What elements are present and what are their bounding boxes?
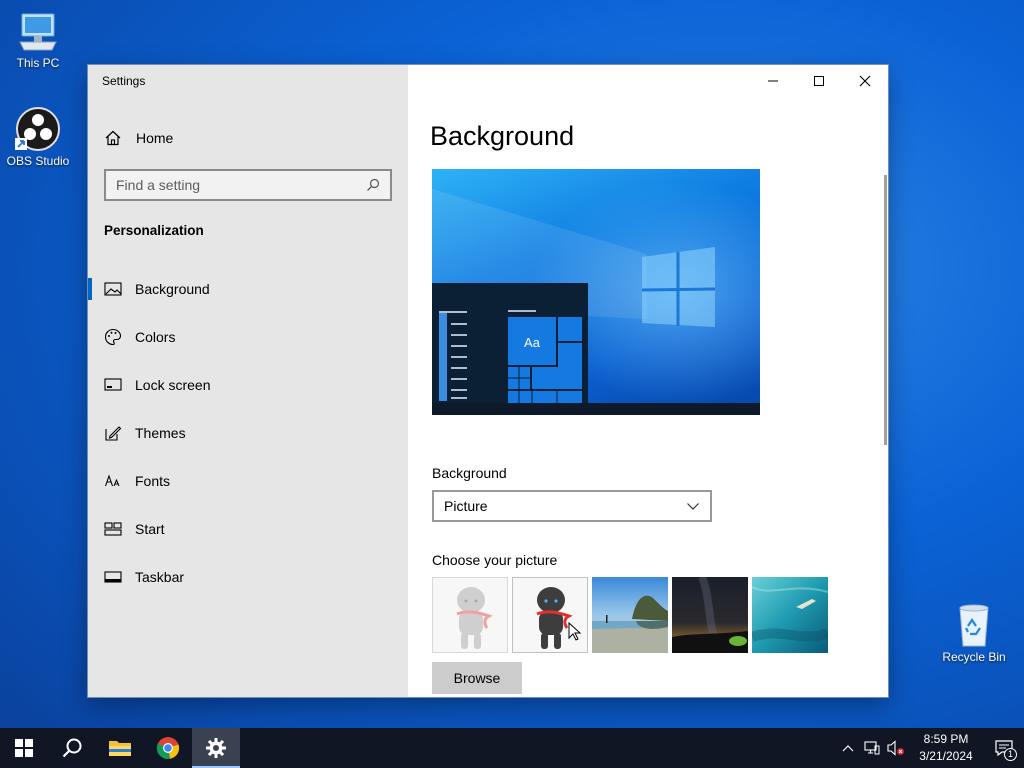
desktop-preview-image: Aa xyxy=(432,169,760,415)
chrome-button[interactable] xyxy=(144,728,192,768)
picture-icon xyxy=(104,280,122,298)
action-center-button[interactable]: 1 xyxy=(984,728,1024,768)
settings-content: Background Aa Background Picture Choose … xyxy=(408,65,888,697)
clock[interactable]: 8:59 PM 3/21/2024 xyxy=(908,731,984,765)
fonts-icon xyxy=(104,472,122,490)
sidebar-item-label: Colors xyxy=(135,329,176,345)
underwater-image xyxy=(752,577,828,653)
sidebar-item-label: Background xyxy=(135,281,210,297)
obs-icon xyxy=(15,107,60,151)
background-type-dropdown[interactable]: Picture xyxy=(432,490,712,522)
picture-thumbnail[interactable] xyxy=(672,577,748,653)
background-preview: Aa xyxy=(432,169,760,415)
beach-rocks-image xyxy=(592,577,668,653)
sidebar-item-label: Lock screen xyxy=(135,377,211,393)
sidebar-item-taskbar[interactable]: Taskbar xyxy=(88,553,408,601)
settings-window: Settings Home Personalization Background xyxy=(88,65,888,697)
dropdown-value: Picture xyxy=(444,498,488,514)
sidebar-item-lock-screen[interactable]: Lock screen xyxy=(88,361,408,409)
search-taskbar-button[interactable] xyxy=(48,728,96,768)
window-title: Settings xyxy=(102,74,146,88)
search-icon xyxy=(367,178,380,191)
settings-sidebar: Settings Home Personalization Background xyxy=(88,65,408,697)
picture-thumbnails xyxy=(432,577,828,653)
settings-taskbar-button[interactable] xyxy=(192,728,240,768)
sidebar-item-label: Fonts xyxy=(135,473,171,489)
home-nav-item[interactable]: Home xyxy=(88,125,408,151)
windows-logo-icon xyxy=(15,739,33,757)
folder-icon xyxy=(109,741,131,756)
computer-icon xyxy=(19,13,57,51)
desktop-icon-recycle-bin[interactable]: Recycle Bin xyxy=(936,602,1012,664)
start-icon xyxy=(104,520,122,538)
notification-badge: 1 xyxy=(1004,748,1017,761)
browse-button[interactable]: Browse xyxy=(432,662,522,694)
desktop-icon-label: Recycle Bin xyxy=(942,650,1006,664)
sidebar-item-start[interactable]: Start xyxy=(88,505,408,553)
volume-muted-icon xyxy=(887,740,904,756)
sidebar-item-colors[interactable]: Colors xyxy=(88,313,408,361)
recycle-bin-icon xyxy=(959,604,989,647)
desktop-icon-this-pc[interactable]: This PC xyxy=(0,10,76,70)
volume-button[interactable] xyxy=(884,728,908,768)
start-button[interactable] xyxy=(0,728,48,768)
taskbar: 8:59 PM 3/21/2024 1 xyxy=(0,728,1024,768)
gear-icon xyxy=(206,738,226,758)
character-light-image xyxy=(456,587,493,649)
lock-screen-icon xyxy=(104,376,122,394)
sidebar-item-fonts[interactable]: Fonts xyxy=(88,457,408,505)
content-scrollbar[interactable] xyxy=(884,175,887,445)
desktop-icon-label: This PC xyxy=(16,56,60,70)
sidebar-item-background[interactable]: Background xyxy=(88,265,408,313)
network-button[interactable] xyxy=(860,728,884,768)
preview-tile-text: Aa xyxy=(524,335,541,350)
picture-thumbnail[interactable] xyxy=(432,577,508,653)
section-title: Personalization xyxy=(104,223,204,238)
desktop-icon-obs-studio[interactable]: OBS Studio xyxy=(0,106,76,168)
sidebar-item-label: Taskbar xyxy=(135,569,185,585)
character-dark-image xyxy=(536,587,582,649)
themes-icon xyxy=(104,424,122,442)
clock-time: 8:59 PM xyxy=(923,732,969,746)
picture-thumbnail[interactable] xyxy=(592,577,668,653)
taskbar-icon xyxy=(104,568,122,586)
background-label: Background xyxy=(432,465,507,481)
system-tray: 8:59 PM 3/21/2024 1 xyxy=(836,728,1024,768)
show-hidden-icons-button[interactable] xyxy=(836,728,860,768)
page-title: Background xyxy=(430,121,575,151)
home-icon xyxy=(105,130,121,146)
choose-picture-label: Choose your picture xyxy=(432,552,558,568)
chevron-down-icon xyxy=(687,503,699,510)
search-input[interactable] xyxy=(116,177,366,193)
sidebar-item-themes[interactable]: Themes xyxy=(88,409,408,457)
clock-date: 3/21/2024 xyxy=(919,749,973,763)
search-icon xyxy=(62,738,82,758)
desktop-icon-label: OBS Studio xyxy=(6,154,70,168)
palette-icon xyxy=(104,328,122,346)
chevron-up-icon xyxy=(842,745,854,752)
personalization-nav: Background Colors Lock screen Themes Fon… xyxy=(88,265,408,601)
picture-thumbnail[interactable] xyxy=(752,577,828,653)
sidebar-item-label: Start xyxy=(135,521,165,537)
search-box[interactable] xyxy=(104,169,392,201)
home-label: Home xyxy=(136,130,174,146)
file-explorer-button[interactable] xyxy=(96,728,144,768)
picture-thumbnail[interactable] xyxy=(512,577,588,653)
night-sky-image xyxy=(672,577,748,653)
chrome-icon xyxy=(156,737,180,760)
network-icon xyxy=(864,741,880,755)
sidebar-item-label: Themes xyxy=(135,425,186,441)
